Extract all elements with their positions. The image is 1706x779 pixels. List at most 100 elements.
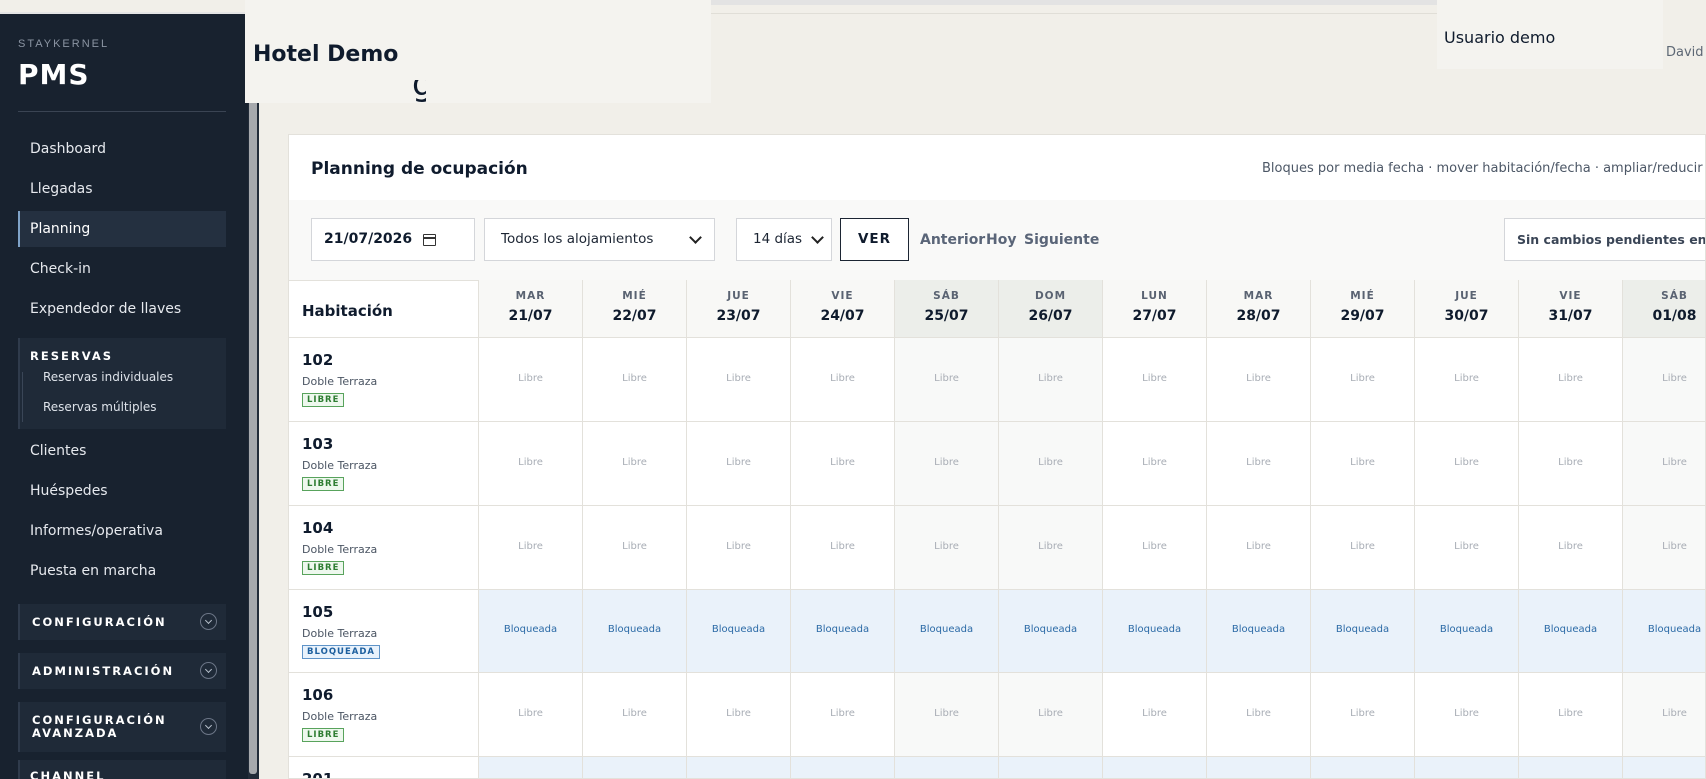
planning-cell-free[interactable]: Libre	[1623, 422, 1705, 506]
planning-cell-blocked[interactable]	[583, 757, 687, 778]
planning-cell-free[interactable]: Libre	[999, 338, 1103, 422]
planning-cell-blocked[interactable]	[999, 757, 1103, 778]
planning-cell-blocked[interactable]: Bloqueada	[895, 590, 999, 673]
planning-cell-free[interactable]: Libre	[1519, 338, 1623, 422]
planning-cell-free[interactable]: Libre	[999, 506, 1103, 590]
planning-cell-free[interactable]: Libre	[479, 506, 583, 590]
planning-cell-free[interactable]: Libre	[1207, 673, 1311, 757]
planning-cell-free[interactable]: Libre	[583, 422, 687, 506]
planning-cell-blocked[interactable]	[1207, 757, 1311, 778]
today-button[interactable]: Hoy	[986, 232, 1016, 248]
planning-cell-blocked[interactable]: Bloqueada	[999, 590, 1103, 673]
planning-cell-free[interactable]: Libre	[791, 673, 895, 757]
planning-cell-free[interactable]: Libre	[1519, 673, 1623, 757]
planning-cell-free[interactable]: Libre	[1623, 506, 1705, 590]
sidebar-item-planning[interactable]: Planning	[18, 211, 226, 247]
planning-cell-blocked[interactable]	[791, 757, 895, 778]
room-row-header[interactable]: 201	[289, 757, 479, 778]
sidebar-group-configuracion-avanzada[interactable]: CONFIGURACIÓN AVANZADA	[18, 702, 226, 752]
planning-cell-free[interactable]: Libre	[895, 506, 999, 590]
planning-cell-free[interactable]: Libre	[1311, 673, 1415, 757]
user-name[interactable]: David	[1666, 45, 1704, 60]
planning-cell-blocked[interactable]: Bloqueada	[479, 590, 583, 673]
sidebar-item-checkin[interactable]: Check-in	[18, 251, 226, 287]
sidebar-item-puesta-en-marcha[interactable]: Puesta en marcha	[18, 553, 226, 589]
sidebar-item-llegadas[interactable]: Llegadas	[18, 171, 226, 207]
lodging-select[interactable]: Todos los alojamientos	[484, 218, 715, 261]
user-menu[interactable]: Usuario demo	[1437, 0, 1663, 69]
planning-cell-blocked[interactable]: Bloqueada	[583, 590, 687, 673]
planning-cell-free[interactable]: Libre	[1415, 422, 1519, 506]
planning-cell-blocked[interactable]	[687, 757, 791, 778]
planning-cell-free[interactable]: Libre	[1415, 506, 1519, 590]
planning-cell-free[interactable]: Libre	[1103, 338, 1207, 422]
planning-cell-free[interactable]: Libre	[1519, 506, 1623, 590]
room-row-header[interactable]: 104 Doble Terraza LIBRE	[289, 506, 479, 590]
planning-cell-blocked[interactable]: Bloqueada	[1519, 590, 1623, 673]
days-select[interactable]: 14 días	[736, 218, 832, 261]
planning-cell-free[interactable]: Libre	[999, 673, 1103, 757]
planning-cell-free[interactable]: Libre	[1311, 506, 1415, 590]
planning-cell-blocked[interactable]: Bloqueada	[1311, 590, 1415, 673]
room-row-header[interactable]: 106 Doble Terraza LIBRE	[289, 673, 479, 757]
planning-cell-free[interactable]: Libre	[895, 338, 999, 422]
sidebar-item-reservas-individuales[interactable]: Reservas individuales	[43, 370, 173, 384]
planning-cell-free[interactable]: Libre	[895, 422, 999, 506]
planning-cell-free[interactable]: Libre	[583, 338, 687, 422]
planning-cell-blocked[interactable]: Bloqueada	[1103, 590, 1207, 673]
planning-cell-free[interactable]: Libre	[479, 422, 583, 506]
planning-cell-free[interactable]: Libre	[895, 673, 999, 757]
planning-cell-free[interactable]: Libre	[687, 506, 791, 590]
sidebar-item-reservas-multiples[interactable]: Reservas múltiples	[43, 400, 157, 414]
planning-cell-free[interactable]: Libre	[999, 422, 1103, 506]
planning-cell-free[interactable]: Libre	[791, 422, 895, 506]
sidebar-item-huespedes[interactable]: Huéspedes	[18, 473, 226, 509]
start-date-input[interactable]: 21/07/2026	[311, 218, 475, 261]
ver-button[interactable]: VER	[840, 218, 909, 261]
next-button[interactable]: Siguiente	[1024, 232, 1099, 248]
planning-cell-blocked[interactable]	[1103, 757, 1207, 778]
planning-cell-free[interactable]: Libre	[1103, 506, 1207, 590]
planning-cell-blocked[interactable]	[1623, 757, 1705, 778]
planning-cell-free[interactable]: Libre	[1207, 338, 1311, 422]
sidebar-group-configuracion[interactable]: CONFIGURACIÓN	[18, 604, 226, 640]
planning-cell-blocked[interactable]	[895, 757, 999, 778]
planning-cell-free[interactable]: Libre	[1207, 506, 1311, 590]
planning-cell-blocked[interactable]: Bloqueada	[1415, 590, 1519, 673]
planning-cell-free[interactable]: Libre	[791, 506, 895, 590]
planning-cell-blocked[interactable]	[479, 757, 583, 778]
planning-cell-free[interactable]: Libre	[1519, 422, 1623, 506]
planning-cell-blocked[interactable]	[1311, 757, 1415, 778]
planning-cell-free[interactable]: Libre	[1415, 338, 1519, 422]
sidebar-item-expendedor[interactable]: Expendedor de llaves	[18, 291, 226, 327]
planning-cell-free[interactable]: Libre	[1623, 338, 1705, 422]
planning-cell-free[interactable]: Libre	[583, 506, 687, 590]
sidebar-item-clientes[interactable]: Clientes	[18, 433, 226, 469]
sidebar-group-administracion[interactable]: ADMINISTRACIÓN	[18, 653, 226, 689]
prev-button[interactable]: Anterior	[920, 232, 985, 248]
planning-cell-free[interactable]: Libre	[479, 673, 583, 757]
planning-cell-free[interactable]: Libre	[1103, 673, 1207, 757]
planning-cell-free[interactable]: Libre	[1311, 338, 1415, 422]
planning-cell-blocked[interactable]: Bloqueada	[687, 590, 791, 673]
planning-cell-blocked[interactable]: Bloqueada	[1623, 590, 1705, 673]
room-row-header[interactable]: 103 Doble Terraza LIBRE	[289, 422, 479, 506]
planning-cell-free[interactable]: Libre	[1623, 673, 1705, 757]
sidebar-group-channel[interactable]: CHANNEL	[18, 760, 226, 779]
sidebar-scrollbar-thumb[interactable]	[249, 94, 257, 774]
planning-cell-free[interactable]: Libre	[1415, 673, 1519, 757]
planning-cell-blocked[interactable]: Bloqueada	[1207, 590, 1311, 673]
planning-cell-free[interactable]: Libre	[687, 673, 791, 757]
planning-cell-free[interactable]: Libre	[583, 673, 687, 757]
planning-cell-free[interactable]: Libre	[1311, 422, 1415, 506]
planning-cell-free[interactable]: Libre	[479, 338, 583, 422]
planning-cell-blocked[interactable]	[1519, 757, 1623, 778]
sidebar-item-informes[interactable]: Informes/operativa	[18, 513, 226, 549]
calendar-icon[interactable]	[423, 234, 436, 246]
planning-cell-free[interactable]: Libre	[687, 422, 791, 506]
planning-cell-free[interactable]: Libre	[791, 338, 895, 422]
room-row-header[interactable]: 105 Doble Terraza BLOQUEADA	[289, 590, 479, 673]
planning-cell-free[interactable]: Libre	[1103, 422, 1207, 506]
planning-cell-free[interactable]: Libre	[687, 338, 791, 422]
planning-cell-blocked[interactable]: Bloqueada	[791, 590, 895, 673]
